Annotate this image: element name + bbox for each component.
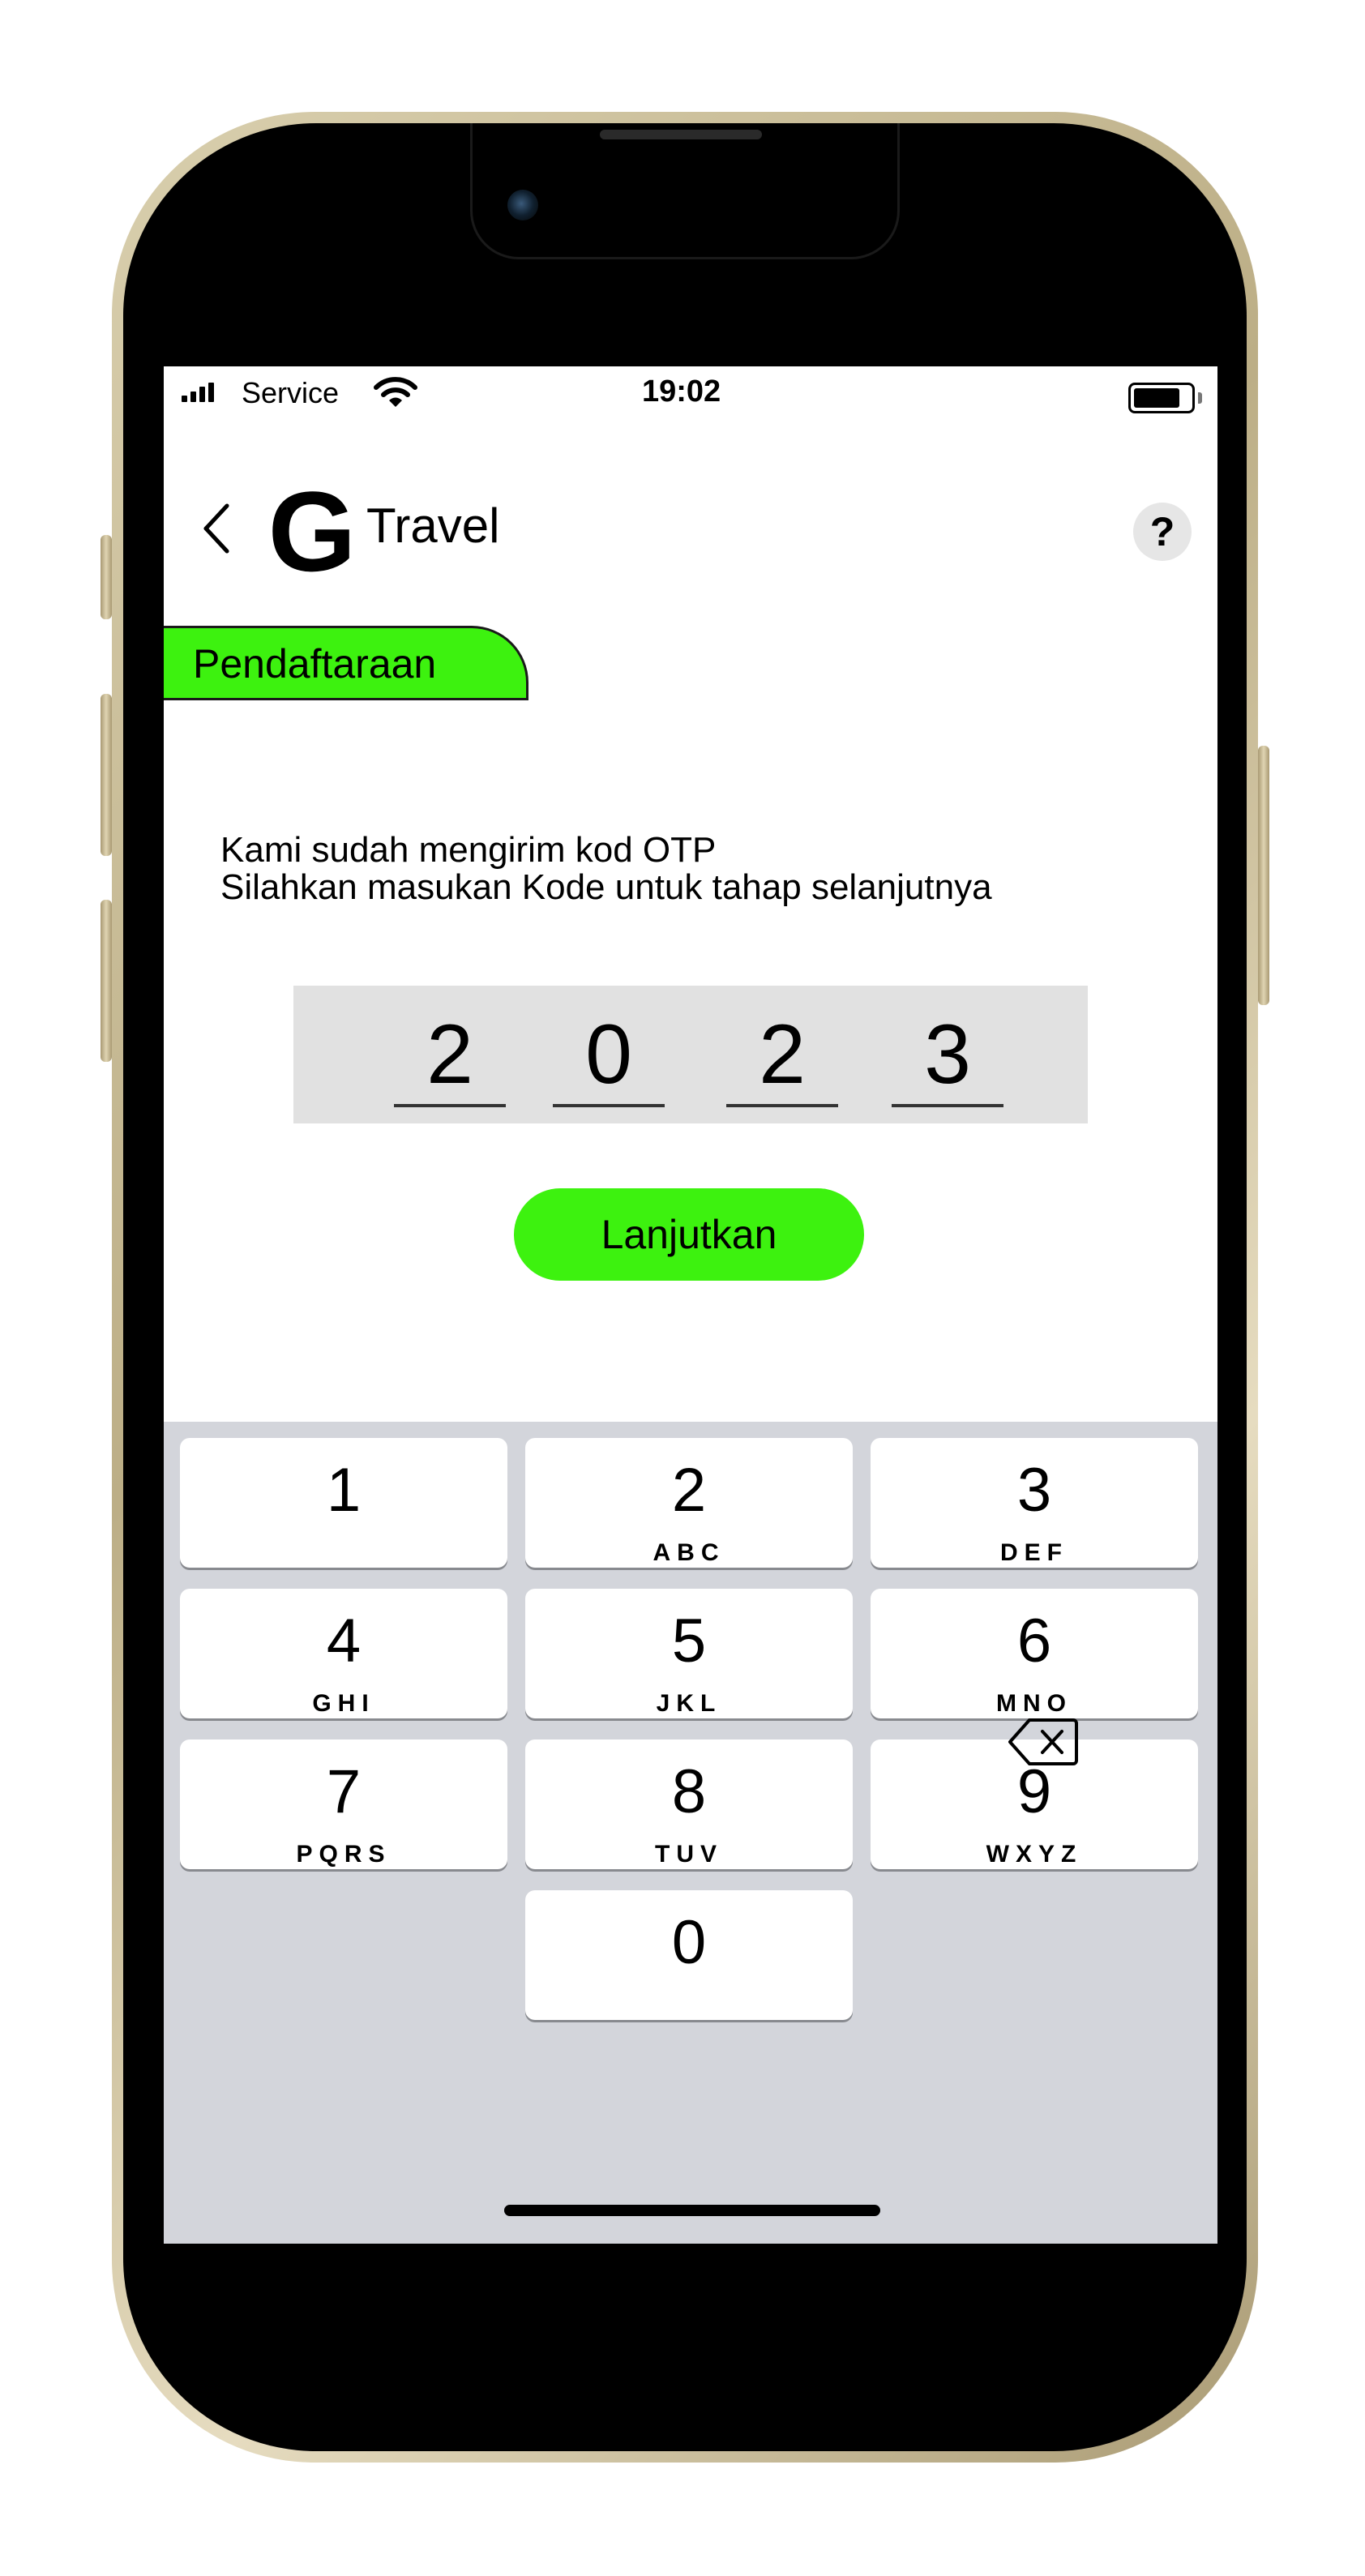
keypad-key-2[interactable]: 2 ABC (525, 1438, 853, 1568)
continue-button[interactable]: Lanjutkan (514, 1188, 864, 1281)
otp-digit-input[interactable]: 3 (892, 1002, 1003, 1107)
key-number: 8 (671, 1757, 707, 1826)
wifi-icon (374, 377, 417, 407)
battery-icon (1128, 383, 1195, 413)
otp-digit-input[interactable]: 0 (553, 1002, 665, 1107)
help-icon: ? (1149, 509, 1175, 554)
key-number: 0 (671, 1908, 707, 1977)
otp-digit-input[interactable]: 2 (394, 1002, 506, 1107)
phone-side-button (101, 535, 112, 619)
home-indicator[interactable] (504, 2205, 880, 2216)
keypad-key-1[interactable]: 1 (180, 1438, 507, 1568)
numeric-keypad: 1 2 ABC 3 DEF 4 GHI 5 JKL 6 MNO 7 PQRS 8… (164, 1422, 1217, 2244)
keypad-key-8[interactable]: 8 TUV (525, 1739, 853, 1869)
key-letters: ABC (653, 1539, 725, 1566)
registration-tab: Pendaftaraan (164, 626, 528, 700)
brand-name: Travel (366, 499, 500, 553)
phone-side-button (1258, 746, 1269, 1005)
cellular-signal-icon (182, 383, 214, 402)
battery-cap (1198, 392, 1202, 404)
phone-side-button (101, 900, 112, 1062)
key-letters: GHI (312, 1690, 375, 1717)
key-letters: DEF (1000, 1539, 1068, 1566)
keypad-key-3[interactable]: 3 DEF (871, 1438, 1198, 1568)
status-bar: Service 19:02 (164, 366, 1217, 423)
otp-message-line-1: Kami sudah mengirim kod OTP (220, 830, 717, 870)
delete-icon[interactable] (1007, 1715, 1080, 1769)
logo-letter: G (268, 477, 357, 582)
status-time: 19:02 (642, 374, 721, 409)
phone-notch (470, 123, 900, 259)
key-letters: JKL (656, 1690, 722, 1717)
key-number: 2 (671, 1456, 707, 1525)
otp-message-line-2: Silahkan masukan Kode untuk tahap selanj… (220, 867, 992, 907)
phone-side-button (101, 694, 112, 856)
otp-message: Kami sudah mengirim kod OTP Silahkan mas… (220, 832, 992, 906)
keypad-key-5[interactable]: 5 JKL (525, 1589, 853, 1718)
logo-g-icon: G (268, 477, 357, 582)
carrier-name: Service (242, 376, 340, 409)
otp-digit-input[interactable]: 2 (726, 1002, 838, 1107)
keypad-key-7[interactable]: 7 PQRS (180, 1739, 507, 1869)
key-number: 3 (1016, 1456, 1052, 1525)
keypad-key-6[interactable]: 6 MNO (871, 1589, 1198, 1718)
key-number: 1 (326, 1456, 362, 1525)
key-number: 5 (671, 1607, 707, 1675)
key-letters: MNO (996, 1690, 1072, 1717)
key-number: 7 (326, 1757, 362, 1826)
registration-tab-label: Pendaftaraan (193, 641, 437, 687)
key-number: 4 (326, 1607, 362, 1675)
phone-speaker (600, 130, 762, 139)
phone-screen: Service 19:02 G Travel ? Pendaftaraan Ka… (164, 366, 1217, 2244)
keypad-key-0[interactable]: 0 (525, 1890, 853, 2020)
keypad-key-4[interactable]: 4 GHI (180, 1589, 507, 1718)
key-letters: PQRS (296, 1841, 392, 1868)
key-letters: WXYZ (986, 1841, 1083, 1868)
key-letters: TUV (655, 1841, 723, 1868)
front-camera-icon (507, 190, 538, 220)
otp-input-group: 2 0 2 3 (293, 986, 1088, 1123)
help-button[interactable]: ? (1133, 503, 1192, 561)
back-chevron-icon[interactable] (196, 496, 237, 561)
battery-level (1134, 388, 1179, 408)
key-number: 6 (1016, 1607, 1052, 1675)
